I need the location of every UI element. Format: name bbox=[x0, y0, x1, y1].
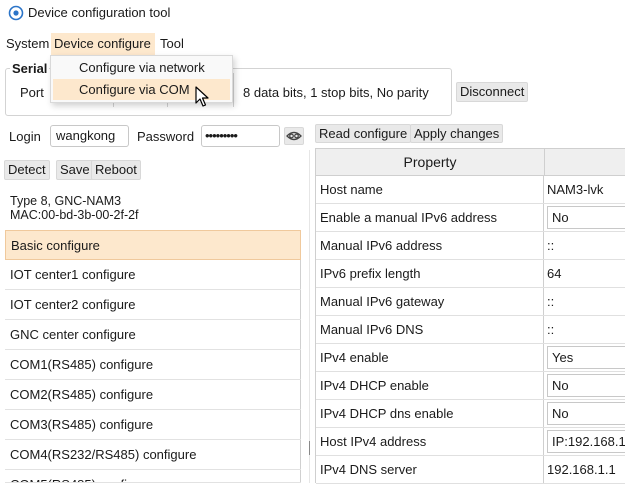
value-combobox[interactable]: Yes bbox=[547, 346, 625, 369]
table-row[interactable]: IPv4 DNS server 192.168.1.1 bbox=[316, 456, 625, 484]
port-label: Port bbox=[20, 85, 44, 100]
disconnect-button[interactable]: Disconnect bbox=[456, 82, 529, 102]
menu-device-configure[interactable]: Device configure bbox=[51, 33, 155, 55]
property-value-combo[interactable]: No bbox=[545, 372, 625, 399]
serial-group-label: Serial bbox=[10, 61, 50, 76]
header-property: Property bbox=[316, 149, 545, 176]
table-row[interactable]: IPv4 DHCP enable No bbox=[316, 372, 625, 400]
property-value[interactable]: NAM3-lvk bbox=[545, 176, 625, 203]
app-gear-icon bbox=[8, 5, 24, 21]
config-list: Basic configure IOT center1 configure IO… bbox=[5, 230, 301, 483]
property-value[interactable]: 192.168.1.1 bbox=[545, 456, 625, 483]
property-value-combo[interactable]: No bbox=[545, 204, 625, 231]
table-row[interactable]: Manual IPv6 address:: bbox=[316, 232, 625, 260]
property-name: Manual IPv6 address bbox=[316, 232, 544, 259]
value-combobox[interactable]: No bbox=[547, 402, 625, 425]
list-item-com2[interactable]: COM2(RS485) configure bbox=[5, 380, 301, 410]
property-value-combo[interactable]: IP:192.168.1.1 bbox=[545, 428, 625, 455]
property-table: Property Host name NAM3-lvk Enable a manua… bbox=[315, 148, 625, 484]
property-name: IPv4 DNS server bbox=[316, 456, 544, 483]
splitter-grip-icon[interactable] bbox=[308, 441, 311, 455]
list-item-iot-center1[interactable]: IOT center1 configure bbox=[5, 260, 301, 290]
list-item-com1[interactable]: COM1(RS485) configure bbox=[5, 350, 301, 380]
property-name: Enable a manual IPv6 address bbox=[316, 204, 544, 231]
value-combobox[interactable]: IP:192.168.1.1 bbox=[547, 430, 625, 453]
table-row[interactable]: IPv4 enable Yes bbox=[316, 344, 625, 372]
property-value[interactable]: :: bbox=[545, 232, 625, 259]
read-configure-button[interactable]: Read configure bbox=[315, 124, 412, 143]
property-name: Host IPv4 address bbox=[316, 428, 544, 455]
property-name: Host name bbox=[316, 176, 544, 203]
save-button[interactable]: Save bbox=[56, 160, 94, 180]
property-value[interactable]: :: bbox=[545, 288, 625, 315]
table-row[interactable]: Host IPv4 addressIP:192.168.1.1 bbox=[316, 428, 625, 456]
table-row[interactable]: Host name NAM3-lvk bbox=[316, 176, 625, 204]
property-name: Manual IPv6 gateway bbox=[316, 288, 544, 315]
login-input[interactable]: wangkong bbox=[50, 125, 129, 147]
password-label: Password bbox=[137, 129, 195, 144]
list-item-com5[interactable]: COM5(RS485) configure bbox=[5, 470, 301, 483]
property-name: IPv4 enable bbox=[316, 344, 544, 371]
property-name: IPv6 prefix length bbox=[316, 260, 544, 287]
table-row[interactable]: IPv4 DHCP dns enable No bbox=[316, 400, 625, 428]
menu-tool[interactable]: Tool bbox=[158, 33, 186, 55]
device-info: Type 8, GNC-NAM3 MAC:00-bd-3b-00-2f-2f bbox=[10, 194, 139, 222]
table-row[interactable]: Manual IPv6 gateway:: bbox=[316, 288, 625, 316]
property-name: IPv4 DHCP dns enable bbox=[316, 400, 544, 427]
eye-icon bbox=[286, 131, 302, 141]
table-row[interactable]: Enable a manual IPv6 address No bbox=[316, 204, 625, 232]
pane-splitter[interactable] bbox=[309, 150, 310, 483]
serial-params-text: 8 data bits, 1 stop bits, No parity bbox=[243, 85, 429, 100]
value-combobox[interactable]: No bbox=[547, 374, 625, 397]
params-divider bbox=[233, 73, 234, 107]
password-input[interactable]: ••••••••• bbox=[201, 125, 280, 147]
property-name: Manual IPv6 DNS bbox=[316, 316, 544, 343]
property-value-combo[interactable]: No bbox=[545, 400, 625, 427]
login-label: Login bbox=[9, 129, 41, 144]
mouse-cursor-icon bbox=[195, 86, 209, 107]
property-value[interactable]: :: bbox=[545, 316, 625, 343]
list-item-com3[interactable]: COM3(RS485) configure bbox=[5, 410, 301, 440]
detect-button[interactable]: Detect bbox=[4, 160, 50, 180]
value-combobox[interactable]: No bbox=[547, 206, 625, 229]
menu-configure-via-network[interactable]: Configure via network bbox=[53, 57, 230, 78]
table-row[interactable]: Manual IPv6 DNS:: bbox=[316, 316, 625, 344]
reboot-button[interactable]: Reboot bbox=[91, 160, 141, 180]
device-type: Type 8, GNC-NAM3 bbox=[10, 194, 122, 208]
device-mac: MAC:00-bd-3b-00-2f-2f bbox=[10, 208, 139, 222]
table-row[interactable]: IPv6 prefix length 64 bbox=[316, 260, 625, 288]
window-title: Device configuration tool bbox=[28, 5, 171, 20]
property-value-combo[interactable]: Yes bbox=[545, 344, 625, 371]
property-value[interactable]: 64 bbox=[545, 260, 625, 287]
list-item-com4[interactable]: COM4(RS232/RS485) configure bbox=[5, 440, 301, 470]
show-password-button[interactable] bbox=[284, 127, 304, 145]
list-item-iot-center2[interactable]: IOT center2 configure bbox=[5, 290, 301, 320]
header-value bbox=[545, 149, 625, 176]
apply-changes-button[interactable]: Apply changes bbox=[410, 124, 504, 143]
list-item-basic-configure[interactable]: Basic configure bbox=[5, 230, 301, 260]
list-item-gnc-center[interactable]: GNC center configure bbox=[5, 320, 301, 350]
property-name: IPv4 DHCP enable bbox=[316, 372, 544, 399]
menu-system[interactable]: System bbox=[4, 33, 51, 55]
